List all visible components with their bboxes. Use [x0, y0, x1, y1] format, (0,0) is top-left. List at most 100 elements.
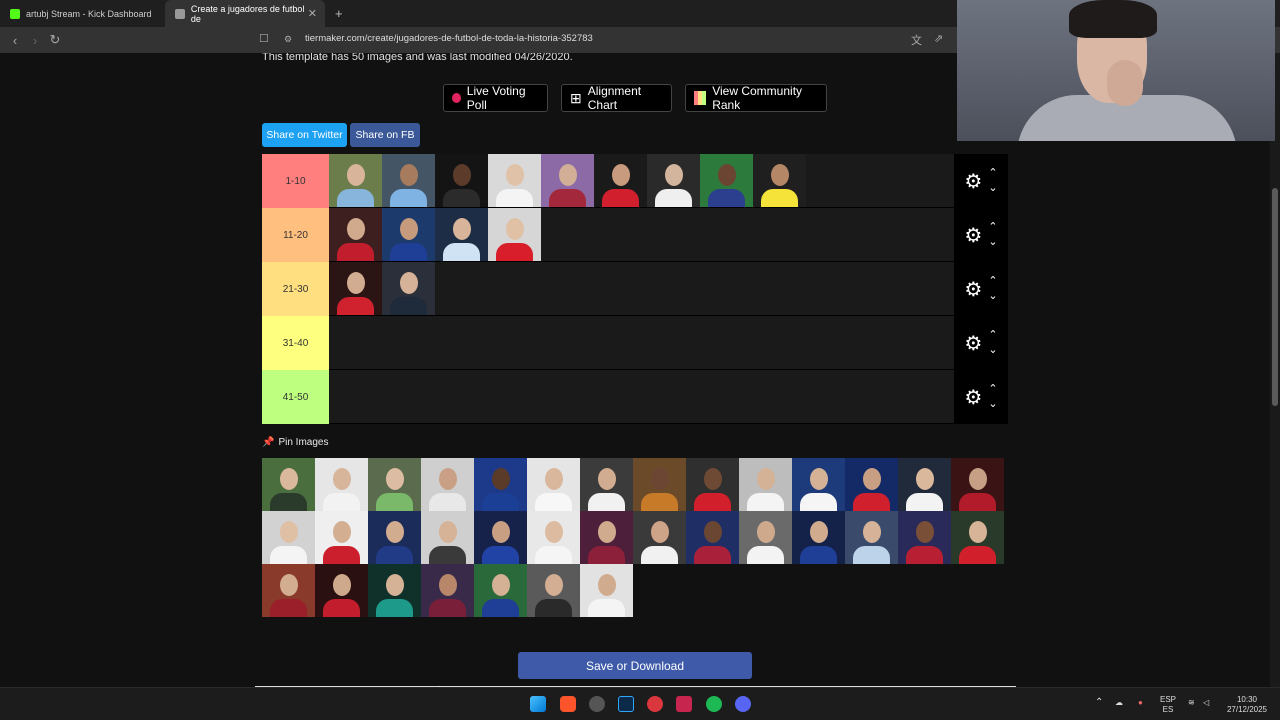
pool-player-image[interactable] [951, 458, 1004, 511]
community-rank-button[interactable]: View Community Rank [685, 84, 827, 112]
obs-icon[interactable] [589, 696, 605, 712]
player-image[interactable] [488, 208, 541, 261]
chevron-up-icon[interactable]: ⌃ [988, 220, 997, 235]
pool-player-image[interactable] [898, 458, 951, 511]
alignment-chart-button[interactable]: ⊞ Alignment Chart [561, 84, 672, 112]
browser-tab-kick[interactable]: artubj Stream - Kick Dashboard [0, 0, 165, 27]
site-info-icon[interactable]: ⚙ [284, 34, 292, 45]
brave-icon[interactable] [560, 696, 576, 712]
pool-player-image[interactable] [633, 458, 686, 511]
pool-player-image[interactable] [580, 511, 633, 564]
pool-player-image[interactable] [421, 511, 474, 564]
tray-mic-icon[interactable]: ● [1138, 698, 1143, 708]
pool-player-image[interactable] [580, 564, 633, 617]
scrollbar-thumb[interactable] [1272, 188, 1278, 406]
page-scrollbar[interactable] [1270, 53, 1280, 687]
start-icon[interactable] [530, 696, 546, 712]
pin-images-header[interactable]: 📌 Pin Images [262, 437, 328, 448]
pool-player-image[interactable] [474, 458, 527, 511]
reload-icon[interactable]: ↻ [45, 32, 65, 48]
pool-player-image[interactable] [262, 564, 315, 617]
volume-icon[interactable]: ◁ [1203, 698, 1209, 708]
chevron-up-icon[interactable]: ⌃ [988, 166, 997, 181]
pool-player-image[interactable] [951, 511, 1004, 564]
photoshop-icon[interactable] [618, 696, 634, 712]
browser-tab-tiermaker[interactable]: Create a jugadores de futbol de ✕ [165, 0, 325, 27]
pool-player-image[interactable] [368, 511, 421, 564]
share-twitter-button[interactable]: Share on Twitter [262, 123, 347, 147]
tier-label[interactable]: 21-30 [262, 262, 329, 316]
tier-label[interactable]: 1-10 [262, 154, 329, 208]
player-image[interactable] [382, 208, 435, 261]
chevron-down-icon[interactable]: ⌄ [988, 181, 997, 196]
tier-label[interactable]: 41-50 [262, 370, 329, 424]
clock[interactable]: 10:30 27/12/2025 [1224, 695, 1270, 715]
gear-icon[interactable]: ⚙ [964, 277, 982, 302]
pool-player-image[interactable] [792, 458, 845, 511]
share-fb-button[interactable]: Share on FB [350, 123, 420, 147]
player-image[interactable] [329, 154, 382, 207]
pool-player-image[interactable] [527, 458, 580, 511]
player-image[interactable] [647, 154, 700, 207]
player-image[interactable] [435, 208, 488, 261]
gear-icon[interactable]: ⚙ [964, 223, 982, 248]
player-image[interactable] [382, 262, 435, 315]
pool-player-image[interactable] [315, 458, 368, 511]
chevron-down-icon[interactable]: ⌄ [988, 343, 997, 358]
tier-label[interactable]: 31-40 [262, 316, 329, 370]
pool-player-image[interactable] [368, 458, 421, 511]
pool-player-image[interactable] [633, 511, 686, 564]
pool-player-image[interactable] [315, 511, 368, 564]
pool-player-image[interactable] [527, 564, 580, 617]
pool-player-image[interactable] [527, 511, 580, 564]
translate-icon[interactable]: 文 [911, 32, 922, 48]
close-tab-icon[interactable]: ✕ [308, 7, 317, 20]
pool-player-image[interactable] [686, 458, 739, 511]
tray-chevron-icon[interactable]: ⌃ [1095, 698, 1103, 708]
tier-label[interactable]: 11-20 [262, 208, 329, 262]
gear-icon[interactable]: ⚙ [964, 169, 982, 194]
pool-player-image[interactable] [474, 564, 527, 617]
gear-icon[interactable]: ⚙ [964, 331, 982, 356]
pool-player-image[interactable] [739, 458, 792, 511]
player-image[interactable] [594, 154, 647, 207]
url-field[interactable]: tiermaker.com/create/jugadores-de-futbol… [305, 33, 593, 44]
pool-player-image[interactable] [845, 511, 898, 564]
live-voting-poll-button[interactable]: Live Voting Poll [443, 84, 548, 112]
pool-player-image[interactable] [739, 511, 792, 564]
app-icon-red[interactable] [647, 696, 663, 712]
chevron-up-icon[interactable]: ⌃ [988, 274, 997, 289]
pool-player-image[interactable] [792, 511, 845, 564]
share-icon[interactable]: ⇗ [934, 32, 943, 45]
pool-player-image[interactable] [898, 511, 951, 564]
bookmark-icon[interactable]: ☐ [259, 32, 269, 45]
player-image[interactable] [382, 154, 435, 207]
pool-player-image[interactable] [315, 564, 368, 617]
player-image[interactable] [753, 154, 806, 207]
player-image[interactable] [488, 154, 541, 207]
pool-player-image[interactable] [262, 511, 315, 564]
player-image[interactable] [329, 262, 382, 315]
gear-icon[interactable]: ⚙ [964, 385, 982, 410]
pool-player-image[interactable] [474, 511, 527, 564]
chevron-up-icon[interactable]: ⌃ [988, 328, 997, 343]
pool-player-image[interactable] [421, 564, 474, 617]
pool-player-image[interactable] [845, 458, 898, 511]
spotify-icon[interactable] [706, 696, 722, 712]
wifi-icon[interactable]: ≋ [1188, 698, 1195, 708]
chevron-down-icon[interactable]: ⌄ [988, 397, 997, 412]
pool-player-image[interactable] [368, 564, 421, 617]
pool-player-image[interactable] [686, 511, 739, 564]
chevron-down-icon[interactable]: ⌄ [988, 289, 997, 304]
chevron-up-icon[interactable]: ⌃ [988, 382, 997, 397]
new-tab-button[interactable]: + [335, 6, 343, 21]
pool-player-image[interactable] [421, 458, 474, 511]
player-image[interactable] [700, 154, 753, 207]
player-image[interactable] [329, 208, 382, 261]
chevron-down-icon[interactable]: ⌄ [988, 235, 997, 250]
pool-player-image[interactable] [262, 458, 315, 511]
player-image[interactable] [541, 154, 594, 207]
language-indicator[interactable]: ESP ES [1160, 695, 1176, 715]
pool-player-image[interactable] [580, 458, 633, 511]
save-download-button[interactable]: Save or Download [518, 652, 752, 679]
